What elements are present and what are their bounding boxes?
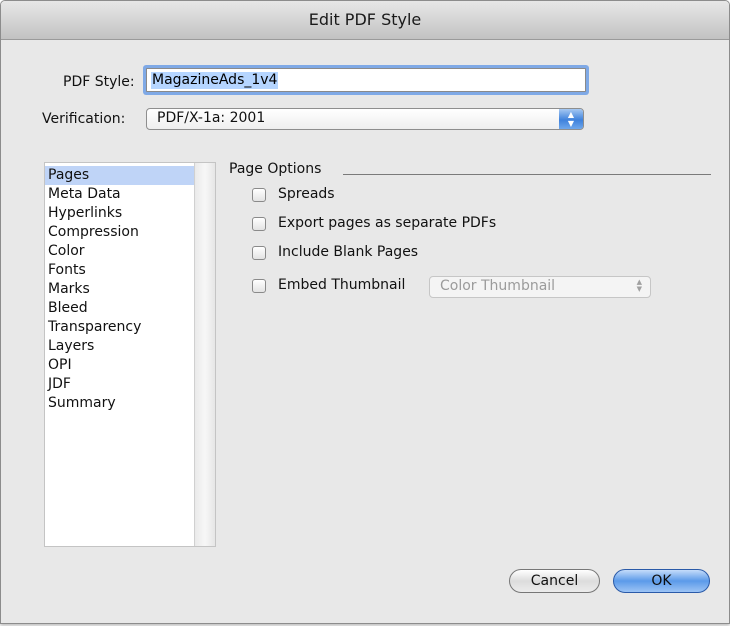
sidebar-item-color[interactable]: Color [45,242,195,261]
sidebar-item-jdf[interactable]: JDF [45,375,195,394]
popup-arrows-icon: ▲ ▼ [559,109,583,129]
verification-popup-value: PDF/X-1a: 2001 [157,110,266,126]
embed-thumbnail-label[interactable]: Embed Thumbnail [278,277,405,293]
sidebar-scrollbar[interactable] [194,163,215,546]
dialog-title: Edit PDF Style [308,10,422,29]
page-options-divider [343,174,711,175]
page-options-heading: Page Options [229,161,322,177]
verification-label: Verification: [42,111,126,127]
export-separate-pdfs-checkbox[interactable] [252,217,266,231]
include-blank-pages-label[interactable]: Include Blank Pages [278,244,418,260]
sidebar-item-bleed[interactable]: Bleed [45,299,195,318]
thumbnail-type-popup[interactable]: Color Thumbnail ▲ ▼ [429,276,651,298]
sidebar-item-hyperlinks[interactable]: Hyperlinks [45,204,195,223]
sidebar-item-pages[interactable]: Pages [45,166,195,185]
title-bar[interactable]: Edit PDF Style [1,1,729,40]
edit-pdf-style-dialog: Edit PDF Style PDF Style: MagazineAds_1v… [0,0,730,624]
spreads-label[interactable]: Spreads [278,186,335,202]
thumbnail-type-value: Color Thumbnail [440,278,556,294]
sidebar-item-transparency[interactable]: Transparency [45,318,195,337]
sidebar-item-marks[interactable]: Marks [45,280,195,299]
sidebar-item-compression[interactable]: Compression [45,223,195,242]
sidebar-item-meta-data[interactable]: Meta Data [45,185,195,204]
verification-popup[interactable]: PDF/X-1a: 2001 ▲ ▼ [146,108,584,130]
pdf-style-field[interactable]: MagazineAds_1v4 [146,68,586,92]
cancel-button[interactable]: Cancel [509,569,600,593]
sidebar-list[interactable]: Pages Meta Data Hyperlinks Compression C… [44,162,216,547]
sidebar-item-layers[interactable]: Layers [45,337,195,356]
ok-button[interactable]: OK [613,569,710,593]
pdf-style-label: PDF Style: [63,74,135,90]
popup-arrows-icon: ▲ ▼ [636,278,642,293]
include-blank-pages-checkbox[interactable] [252,246,266,260]
spreads-checkbox[interactable] [252,188,266,202]
export-separate-pdfs-label[interactable]: Export pages as separate PDFs [278,215,496,231]
sidebar-item-fonts[interactable]: Fonts [45,261,195,280]
pdf-style-field-value: MagazineAds_1v4 [151,72,279,89]
sidebar-item-summary[interactable]: Summary [45,394,195,413]
sidebar-item-opi[interactable]: OPI [45,356,195,375]
embed-thumbnail-checkbox[interactable] [252,279,266,293]
